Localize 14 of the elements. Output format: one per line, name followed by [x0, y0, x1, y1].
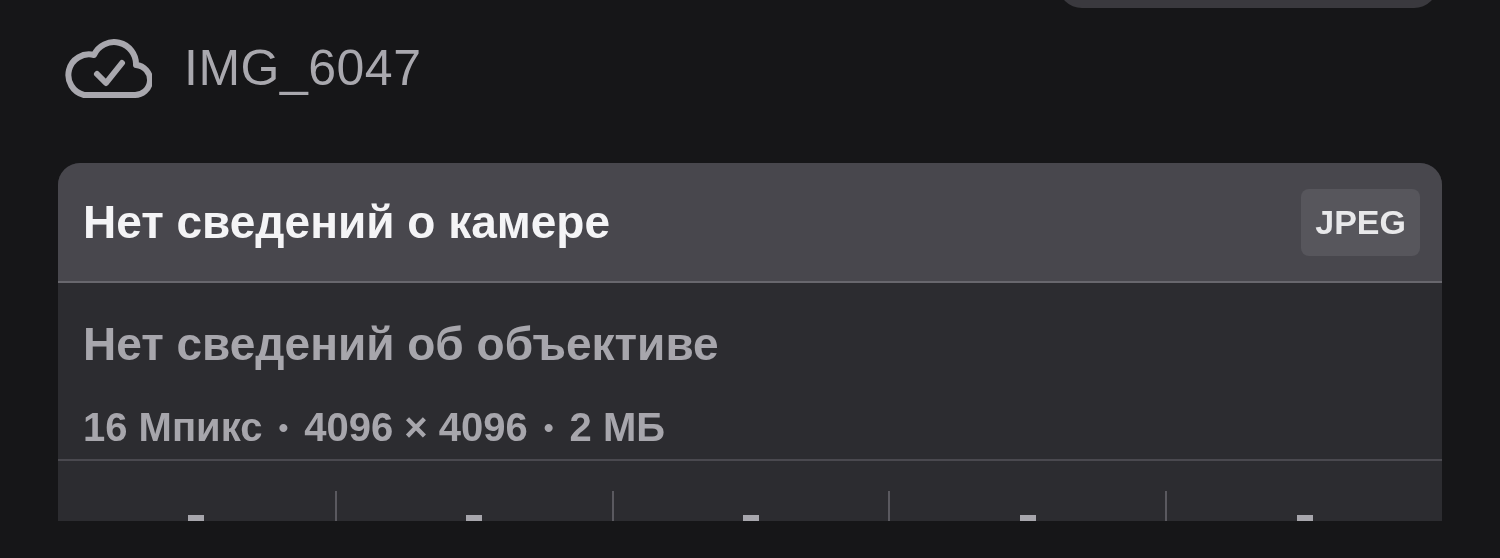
- detail-text: 16 Мпикс: [83, 405, 263, 450]
- clipped-value: [1019, 515, 1036, 521]
- lens-info: Нет сведений об объективе: [83, 317, 720, 371]
- clipped-value: [466, 515, 483, 521]
- file-name: IMG_6047: [184, 39, 422, 97]
- camera-info: Нет сведений о камере: [83, 195, 611, 249]
- separator-dot: •: [543, 411, 554, 444]
- clipped-value: [188, 515, 205, 521]
- separator-dot: •: [278, 411, 289, 444]
- detail-text: 2 МБ: [569, 405, 666, 450]
- format-badge: JPEG: [1301, 188, 1420, 256]
- clipped-value: [743, 515, 759, 521]
- clipped-value: [1296, 515, 1313, 521]
- detail-text: 4096 × 4096: [304, 405, 528, 450]
